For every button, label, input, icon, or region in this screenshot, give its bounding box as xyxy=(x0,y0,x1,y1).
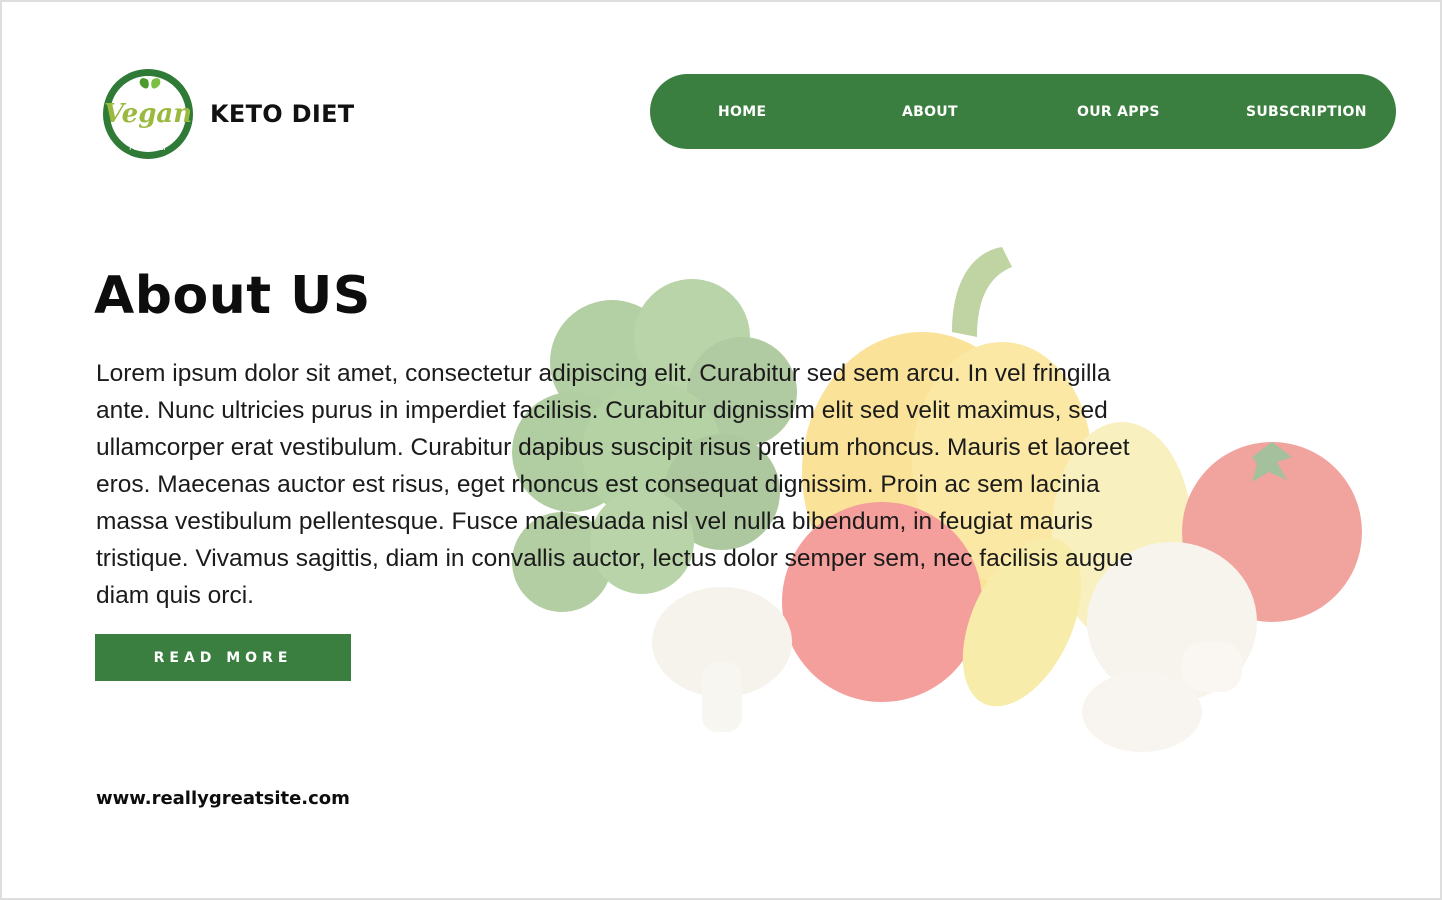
about-paragraph: Lorem ipsum dolor sit amet, consectetur … xyxy=(96,360,1134,609)
page: Vegan FRIENDLY KETO DIET HOME ABOUT OUR … xyxy=(0,0,1442,900)
nav-our-apps[interactable]: OUR APPS xyxy=(1077,104,1160,120)
website-url[interactable]: www.reallygreatsite.com xyxy=(96,788,350,809)
vegan-friendly-logo-icon: Vegan FRIENDLY xyxy=(103,69,193,159)
page-title: About US xyxy=(94,266,371,326)
brand-name: KETO DIET xyxy=(210,100,355,128)
brand[interactable]: Vegan FRIENDLY KETO DIET xyxy=(96,66,354,162)
nav-about[interactable]: ABOUT xyxy=(902,104,958,120)
nav-home[interactable]: HOME xyxy=(718,104,766,120)
read-more-button[interactable]: READ MORE xyxy=(95,634,351,681)
svg-text:FRIENDLY: FRIENDLY xyxy=(129,143,167,152)
svg-text:Vegan: Vegan xyxy=(104,99,192,129)
main-nav: HOME ABOUT OUR APPS SUBSCRIPTION xyxy=(650,74,1396,149)
nav-subscription[interactable]: SUBSCRIPTION xyxy=(1246,104,1367,120)
